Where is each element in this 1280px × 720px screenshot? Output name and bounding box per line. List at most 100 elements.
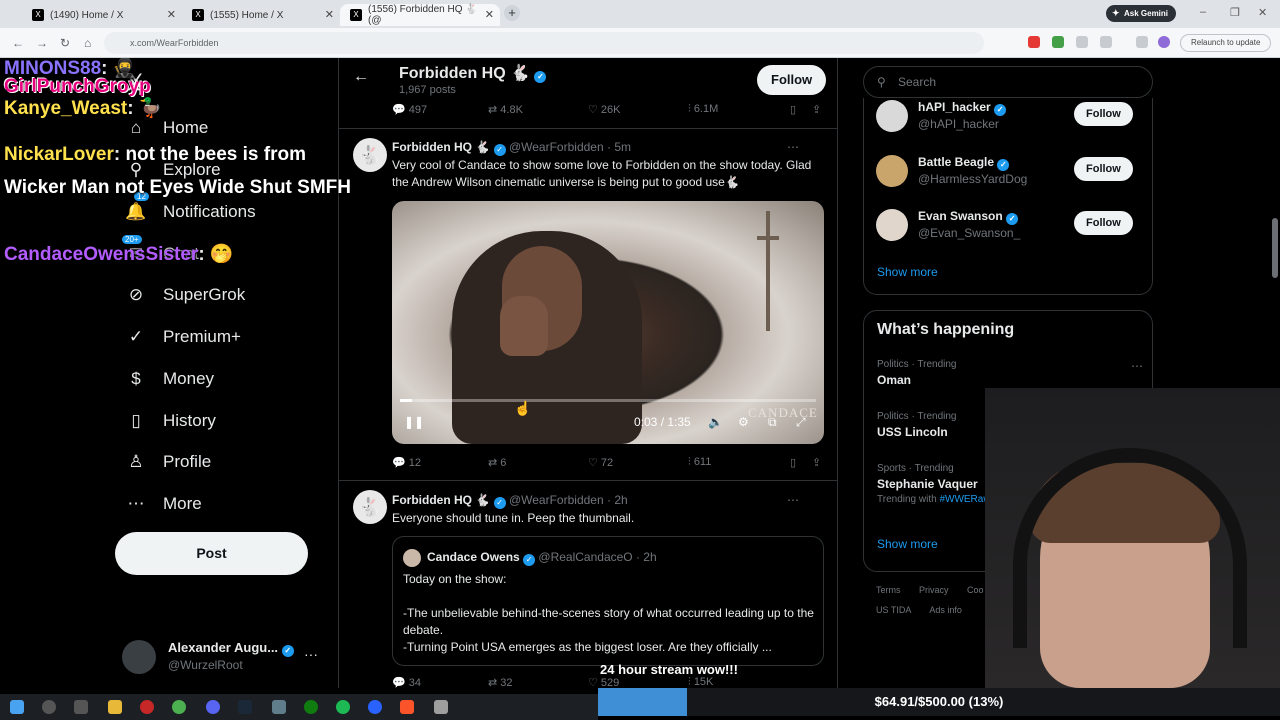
follow-suggestion[interactable]: Evan Swanson ✓ @Evan_Swanson_ Follow: [876, 207, 1144, 247]
discord-icon[interactable]: [206, 700, 220, 714]
nav-chat[interactable]: ✉ Chat 20+: [122, 235, 199, 269]
volume-icon[interactable]: 🔈: [708, 415, 723, 429]
follow-button[interactable]: Follow: [1074, 157, 1133, 181]
trend-item[interactable]: Politics · Trending Oman ⋯: [877, 359, 1143, 387]
minimize-icon[interactable]: –: [1200, 6, 1206, 18]
nav-explore[interactable]: ⚲ Explore: [126, 155, 221, 185]
views-button[interactable]: ⫶ 6.1M: [688, 103, 718, 116]
account-switcher[interactable]: Alexander Augu... ✓ @WurzelRoot ···: [122, 638, 332, 678]
reply-button[interactable]: 💬 497: [392, 103, 427, 116]
scrollbar-thumb[interactable]: [1272, 218, 1278, 278]
quoted-tweet[interactable]: Candace Owens ✓ @RealCandaceO · 2h Today…: [392, 536, 824, 666]
browser-tab-3[interactable]: X (1556) Forbidden HQ 🐇 (@ ✕: [340, 4, 500, 26]
sidebar-icon[interactable]: [1136, 36, 1148, 48]
show-more-link[interactable]: Show more: [877, 265, 938, 279]
search-icon[interactable]: [42, 700, 56, 714]
profile-avatar-icon[interactable]: [1158, 36, 1170, 48]
footer-link[interactable]: Terms: [876, 585, 901, 595]
nav-notifications[interactable]: 🔔 Notifications 12: [125, 192, 256, 227]
steam-icon[interactable]: [238, 700, 252, 714]
back-nav-icon[interactable]: ←: [12, 36, 24, 50]
footer-link[interactable]: Ads info: [929, 605, 962, 615]
search-input[interactable]: ⚲ Search: [863, 66, 1153, 98]
share-icon[interactable]: ⇪: [812, 103, 821, 116]
more-options-icon[interactable]: ⋯: [1131, 359, 1143, 373]
video-player[interactable]: CANDACE ❚❚ 0:03 / 1:35 🔈 ⚙ ⧉ ⤢: [392, 201, 824, 444]
repost-button[interactable]: ⇄ 4.8K: [488, 103, 523, 116]
brave-icon[interactable]: [400, 700, 414, 714]
like-button[interactable]: ♡ 529: [588, 676, 619, 688]
extension-icon[interactable]: [1028, 36, 1040, 48]
x-favicon-icon: X: [350, 9, 362, 21]
close-tab-icon[interactable]: ✕: [167, 8, 176, 21]
follow-button[interactable]: Follow: [1074, 102, 1133, 126]
post-button[interactable]: Post: [115, 532, 308, 575]
maximize-icon[interactable]: ❐: [1230, 6, 1240, 19]
video-progress-bar[interactable]: [400, 399, 816, 402]
follow-button[interactable]: Follow: [1074, 211, 1133, 235]
more-options-icon[interactable]: ⋯: [787, 140, 799, 154]
chrome-icon[interactable]: [172, 700, 186, 714]
file-explorer-icon[interactable]: [108, 700, 122, 714]
more-options-icon[interactable]: ⋯: [787, 493, 799, 507]
nav-supergrok[interactable]: ⊘ SuperGrok: [126, 280, 245, 310]
app-icon[interactable]: [272, 700, 286, 714]
avatar[interactable]: 🐇: [353, 490, 387, 524]
settings-icon[interactable]: ⚙: [738, 415, 749, 429]
reply-button[interactable]: 💬 12: [392, 456, 421, 469]
follow-suggestion[interactable]: hAPI_hacker ✓ @hAPI_hacker Follow: [876, 98, 1144, 138]
browser-tab-1[interactable]: X (1490) Home / X ✕: [22, 4, 182, 26]
footer-link[interactable]: US TIDA: [876, 605, 911, 615]
follow-button[interactable]: Follow: [757, 65, 827, 95]
fullscreen-icon[interactable]: ⤢: [796, 415, 806, 430]
close-tab-icon[interactable]: ✕: [485, 8, 494, 21]
follow-suggestion[interactable]: Battle Beagle ✓ @HarmlessYardDog Follow: [876, 153, 1144, 193]
ask-gemini-button[interactable]: Ask Gemini: [1106, 5, 1177, 22]
spotify-icon[interactable]: [336, 700, 350, 714]
forward-nav-icon[interactable]: →: [36, 36, 48, 50]
puzzle-icon[interactable]: [1100, 36, 1112, 48]
pause-icon[interactable]: ❚❚: [404, 415, 424, 429]
close-tab-icon[interactable]: ✕: [325, 8, 334, 21]
address-bar[interactable]: x.com/WearForbidden: [104, 32, 984, 54]
like-button[interactable]: ♡ 26K: [588, 103, 621, 116]
more-options-icon[interactable]: ···: [304, 646, 318, 662]
avatar[interactable]: 🐇: [353, 138, 387, 172]
footer-link[interactable]: Privacy: [919, 585, 949, 595]
post-count: 1,967 posts: [399, 84, 456, 96]
extension-icon[interactable]: [1076, 36, 1088, 48]
pip-icon[interactable]: ⧉: [768, 415, 777, 430]
app-icon[interactable]: [368, 700, 382, 714]
relaunch-button[interactable]: Relaunch to update: [1180, 34, 1272, 52]
nav-money[interactable]: $ Money: [126, 364, 214, 394]
browser-tab-2[interactable]: X (1555) Home / X ✕: [182, 4, 340, 26]
nav-home[interactable]: ⌂ Home: [126, 113, 209, 143]
views-button[interactable]: ⫶ 15K: [688, 676, 713, 688]
nav-history[interactable]: ▯ History: [126, 406, 216, 436]
nav-premium[interactable]: ✓ Premium+: [126, 322, 241, 352]
bookmark-icon[interactable]: ▯: [790, 456, 796, 469]
reload-icon[interactable]: ↻: [60, 36, 70, 50]
task-view-icon[interactable]: [74, 700, 88, 714]
windows-start-icon[interactable]: [10, 700, 24, 714]
repost-button[interactable]: ⇄ 32: [488, 676, 513, 688]
footer-link[interactable]: Coo: [967, 585, 984, 595]
nav-more[interactable]: ⋯ More: [126, 489, 202, 519]
share-icon[interactable]: ⇪: [812, 456, 821, 469]
app-icon[interactable]: [434, 700, 448, 714]
nav-profile[interactable]: ♙ Profile: [126, 447, 211, 477]
x-logo-icon[interactable]: 𝕏: [126, 70, 144, 96]
back-arrow-icon[interactable]: ←: [353, 68, 369, 86]
close-window-icon[interactable]: ✕: [1258, 6, 1267, 19]
extension-icon[interactable]: [1052, 36, 1064, 48]
app-icon[interactable]: [140, 700, 154, 714]
like-button[interactable]: ♡ 72: [588, 456, 613, 469]
show-more-link[interactable]: Show more: [877, 537, 938, 551]
new-tab-button[interactable]: +: [504, 5, 520, 21]
views-button[interactable]: ⫶ 611: [688, 456, 711, 469]
bookmark-icon[interactable]: ▯: [790, 103, 796, 116]
home-nav-icon[interactable]: ⌂: [84, 36, 91, 50]
xbox-icon[interactable]: [304, 700, 318, 714]
repost-button[interactable]: ⇄ 6: [488, 456, 506, 469]
reply-button[interactable]: 💬 34: [392, 676, 421, 688]
